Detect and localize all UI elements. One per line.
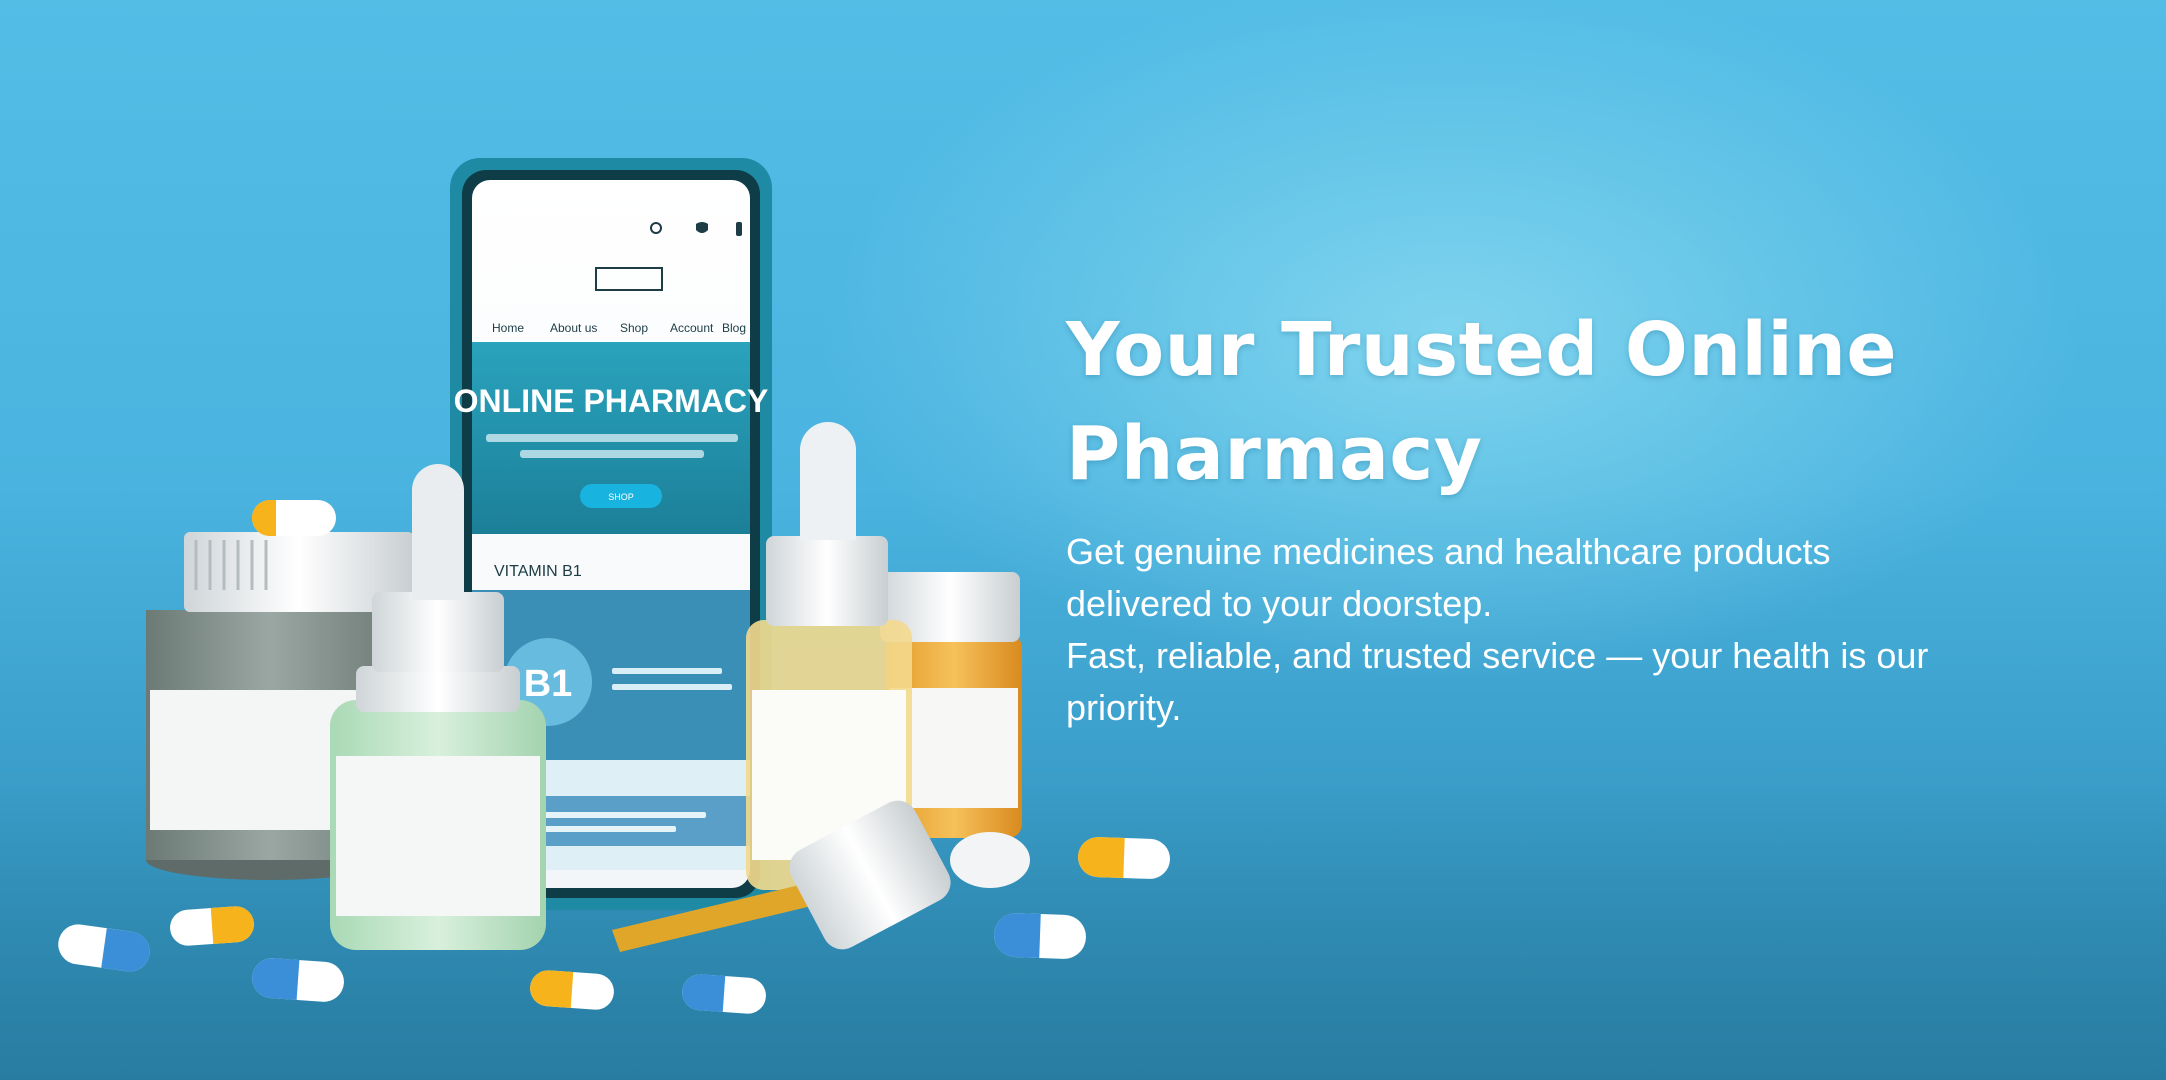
svg-text:Home: Home bbox=[492, 321, 524, 335]
hero-description-line-1: Get genuine medicines and healthcare pro… bbox=[1066, 531, 1831, 624]
capsule-icon bbox=[252, 500, 336, 536]
svg-text:Shop: Shop bbox=[620, 321, 648, 335]
svg-text:SHOP: SHOP bbox=[608, 492, 634, 502]
capsule-icon bbox=[994, 913, 1086, 959]
capsule-icon bbox=[170, 906, 254, 946]
capsule-icon bbox=[530, 970, 614, 1010]
hero-text-block: Your Trusted Online Pharmacy Get genuine… bbox=[1066, 298, 1966, 734]
hero-title: Your Trusted Online Pharmacy bbox=[1066, 307, 1898, 497]
hero-description-line-2: Fast, reliable, and trusted service — yo… bbox=[1066, 635, 1929, 728]
phone-banner-title: ONLINE PHARMACY bbox=[454, 383, 769, 419]
svg-text:About us: About us bbox=[550, 321, 597, 335]
capsule-icon bbox=[58, 924, 150, 972]
svg-text:Account: Account bbox=[670, 321, 714, 335]
hero-banner: Home About us Shop Account Blog ONLINE P… bbox=[0, 0, 2166, 1080]
svg-text:Blog: Blog bbox=[722, 321, 746, 335]
capsule-icon bbox=[682, 974, 766, 1014]
svg-text:B1: B1 bbox=[524, 663, 573, 705]
pharmacy-illustration: Home About us Shop Account Blog ONLINE P… bbox=[58, 158, 1170, 1014]
hero-description: Get genuine medicines and healthcare pro… bbox=[1066, 526, 1966, 734]
phone-section-title: VITAMIN B1 bbox=[494, 563, 582, 580]
capsule-icon bbox=[1078, 837, 1170, 879]
capsule-icon bbox=[252, 958, 344, 1002]
